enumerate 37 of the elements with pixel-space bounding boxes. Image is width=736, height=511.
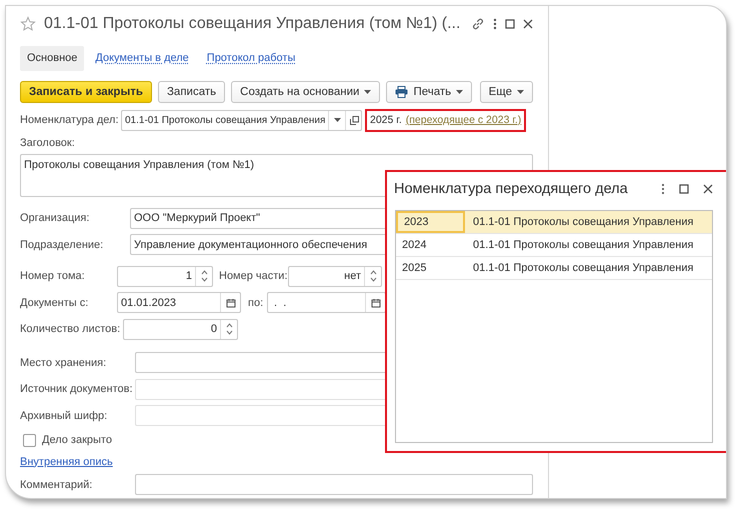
field-label: Архивный шифр: [20, 410, 108, 422]
name-cell-text: 01.1-01 Протоколы совещания Управления [472, 261, 694, 276]
transition-link[interactable]: (переходящее с 2023 г.) [406, 114, 522, 126]
date-from-field[interactable]: 01.01.2023 [117, 292, 241, 314]
nomenclature-field[interactable]: 01.1-01 Протоколы совещания Управления [121, 110, 362, 130]
table-row[interactable]: 2023 01.1-01 Протоколы совещания Управления [396, 211, 712, 234]
field-label: Заголовок: [20, 137, 76, 150]
field-label: Организация: [20, 212, 90, 224]
tab[interactable]: Протокол работы [200, 46, 302, 72]
menu-button[interactable]: Создать на основании [231, 81, 380, 104]
field-label: Количество листов: [20, 323, 122, 336]
field-label: Комментарий: [20, 478, 94, 491]
field-label: Место хранения: [20, 356, 108, 369]
field-label: Источник документов: [20, 383, 134, 396]
print-button[interactable]: Печать [386, 81, 472, 104]
field-label: Документы с: [20, 296, 90, 309]
part-field[interactable]: нет [288, 266, 382, 287]
field-label: Номенклатура дел: [20, 114, 120, 126]
menu-button[interactable]: Еще [480, 81, 533, 104]
volume-field[interactable]: 1 [117, 266, 213, 287]
save-close-button[interactable]: Записать и закрыть [20, 81, 152, 104]
year-cell-text: 2025 [401, 261, 428, 276]
field-label: по: [248, 296, 264, 309]
tab[interactable]: Основное [20, 46, 84, 72]
tab[interactable]: Документы в деле [88, 46, 196, 72]
date-to-field[interactable]: . . [267, 292, 386, 314]
field-label: Номер части: [219, 270, 288, 282]
year-text: 2025 г. [370, 114, 402, 126]
field-label: Подразделение: [20, 238, 104, 251]
save-button[interactable]: Записать [158, 81, 226, 104]
sheet-count-field[interactable]: 0 [123, 318, 238, 340]
field-label: Номер тома: [20, 270, 86, 282]
window-title: 01.1-01 Протоколы совещания Управления (том №1) (... [44, 14, 462, 33]
checkbox-label: Дело закрыто [42, 434, 112, 446]
year-cell: 2023 [396, 211, 465, 233]
year-cell-text: 2024 [401, 238, 428, 253]
inventory-link[interactable]: Внутренняя опись [20, 456, 113, 468]
